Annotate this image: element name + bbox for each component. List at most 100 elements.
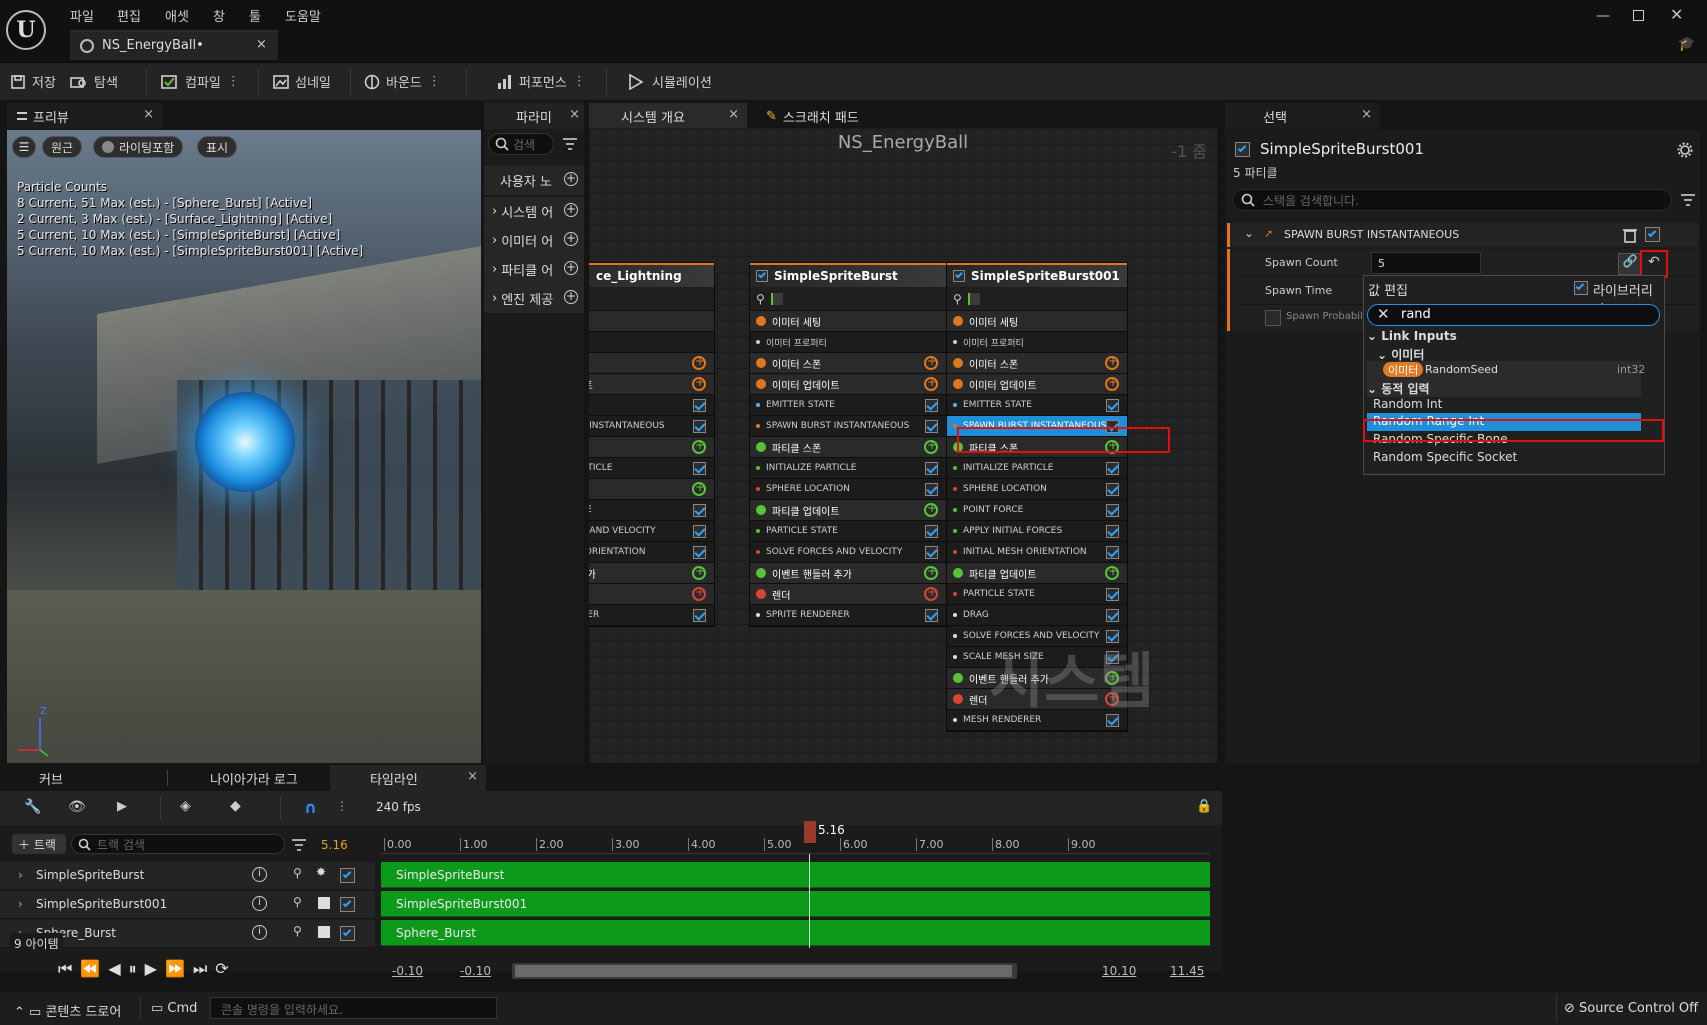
module-enable-checkbox[interactable] xyxy=(1106,588,1119,601)
play-options-icon[interactable]: ▶ xyxy=(117,799,127,814)
filter-icon[interactable] xyxy=(562,137,578,151)
current-time-field[interactable]: 5.16 xyxy=(321,838,348,852)
console-command-input[interactable]: 콘솔 명령을 입력하세요. xyxy=(210,997,497,1019)
module-enable-checkbox[interactable] xyxy=(1645,227,1660,242)
module-row[interactable]: 이미터 프로퍼티 xyxy=(750,332,946,353)
graduation-cap-icon[interactable]: 🎓 xyxy=(1678,36,1695,52)
module-row[interactable]: 데이트 xyxy=(589,479,714,500)
document-tab[interactable]: NS_EnergyBall• × xyxy=(70,30,278,60)
trash-icon[interactable] xyxy=(1623,227,1637,243)
add-module-icon[interactable] xyxy=(924,354,938,370)
cmd-button[interactable]: ▭ Cmd xyxy=(151,1001,197,1016)
tab-parameters[interactable]: 파라미 × xyxy=(484,103,584,129)
module-enable-checkbox[interactable] xyxy=(693,525,706,538)
module-enable-checkbox[interactable] xyxy=(693,420,706,433)
module-section-header[interactable]: ⌄ ➚ SPAWN BURST INSTANTANEOUS xyxy=(1227,223,1699,247)
param-group-emitter[interactable]: › 이미터 어 + xyxy=(484,226,584,256)
key-auto-icon[interactable]: ◆ xyxy=(230,798,241,814)
gear-icon[interactable] xyxy=(1677,142,1693,158)
track-enable-checkbox[interactable] xyxy=(340,868,355,883)
tab-curves[interactable]: 커브 xyxy=(7,765,167,791)
module-row[interactable]: EMITTER STATE xyxy=(750,395,946,416)
menu-edit[interactable]: 편집 xyxy=(117,6,141,25)
dropdown-item-random-specific-socket[interactable]: Random Specific Socket xyxy=(1373,450,1517,464)
module-row[interactable]: ZE PARTICLE xyxy=(589,458,714,479)
step-forward-icon[interactable]: ▶ xyxy=(145,959,165,978)
bounds-button[interactable]: 바운드 ⋮ xyxy=(364,72,441,91)
emitter-node-simplespriteburst[interactable]: SimpleSpriteBurst ⚲ 이미터 세팅 이미터 프로퍼티 이미터 스폰… xyxy=(749,262,947,627)
module-enable-checkbox[interactable] xyxy=(925,483,938,496)
module-row[interactable]: E STATE xyxy=(589,500,714,521)
module-row[interactable]: PARTICLE STATE xyxy=(750,521,946,542)
module-row[interactable]: 이미터 세팅 xyxy=(750,311,946,332)
lock-icon[interactable]: 🔒 xyxy=(1196,799,1212,814)
node-enable-checkbox[interactable] xyxy=(953,270,965,282)
jump-to-end-icon[interactable]: ⏭ xyxy=(193,959,215,978)
module-enable-checkbox[interactable] xyxy=(693,546,706,559)
param-group-engine[interactable]: › 엔진 제공 + xyxy=(484,284,584,314)
module-row[interactable]: 이미터 스폰 xyxy=(947,353,1127,374)
tab-niagara-log[interactable]: 나이아가라 로그 xyxy=(170,765,330,791)
module-row[interactable]: 세팅 xyxy=(589,311,714,332)
filter-icon[interactable] xyxy=(1680,193,1696,207)
step-back-key-icon[interactable]: ⏪ xyxy=(80,959,108,978)
viewport-menu-icon[interactable]: ☰ xyxy=(12,136,36,158)
compile-button[interactable]: 컴파일 ⋮ xyxy=(161,72,240,91)
param-group-user[interactable]: 사용자 노 + xyxy=(484,166,584,196)
step-forward-key-icon[interactable]: ⏩ xyxy=(165,959,193,978)
view-start-field[interactable]: -0.10 xyxy=(460,964,491,978)
module-row[interactable]: INITIAL MESH ORIENTATION xyxy=(947,542,1127,563)
add-param-icon[interactable]: + xyxy=(564,232,578,246)
module-enable-checkbox[interactable] xyxy=(693,462,706,475)
add-module-icon[interactable] xyxy=(692,438,706,454)
add-module-icon[interactable] xyxy=(692,480,706,496)
range-end-field[interactable]: 11.45 xyxy=(1170,964,1204,978)
parameters-search-input[interactable]: 검색 xyxy=(488,133,554,155)
module-row[interactable]: 파티클 업데이트 xyxy=(750,500,946,521)
module-row[interactable]: 프로퍼티 xyxy=(589,332,714,353)
menu-file[interactable]: 파일 xyxy=(70,6,94,25)
module-enable-checkbox[interactable] xyxy=(693,399,706,412)
module-row[interactable]: 파티클 스폰 xyxy=(750,437,946,458)
dynamic-inputs-category[interactable]: ⌄ 동적 입력 xyxy=(1367,379,1641,397)
preview-viewport[interactable]: ☰ 원근 라이팅포함 표시 Particle Counts 8 Current,… xyxy=(7,130,481,763)
module-enable-checkbox[interactable] xyxy=(1106,546,1119,559)
spawn-probability-checkbox[interactable] xyxy=(1265,310,1281,326)
add-param-icon[interactable]: + xyxy=(564,172,578,186)
mesh-cube-icon[interactable] xyxy=(318,926,330,938)
random-seed-item[interactable]: 이미터 RandomSeed int32 xyxy=(1367,361,1645,379)
mesh-cube-icon[interactable] xyxy=(318,897,330,909)
source-control-button[interactable]: ⊘ Source Control Off xyxy=(1564,1001,1698,1016)
maximize-icon[interactable] xyxy=(1633,10,1644,21)
minimize-icon[interactable]: — xyxy=(1596,8,1610,24)
module-row[interactable]: 이벤트 핸들러 추가 xyxy=(750,563,946,584)
add-module-icon[interactable] xyxy=(1105,354,1119,370)
library-only-checkbox[interactable] xyxy=(1574,281,1588,295)
param-group-system[interactable]: › 시스템 어 + xyxy=(484,197,584,227)
spawn-count-input[interactable]: 5 xyxy=(1371,252,1481,274)
add-module-icon[interactable] xyxy=(924,564,938,580)
link-inputs-category[interactable]: ⌄ Link Inputs xyxy=(1367,329,1457,343)
close-tab-icon[interactable]: × xyxy=(256,37,267,52)
snap-magnet-icon[interactable]: ∩ xyxy=(304,798,317,817)
loop-icon[interactable]: ⟳ xyxy=(215,959,236,978)
track-row[interactable]: › SimpleSpriteBurst i ⚲ ✸ xyxy=(0,862,375,890)
module-enable-checkbox[interactable] xyxy=(925,525,938,538)
menu-help[interactable]: 도움말 xyxy=(285,6,321,25)
module-enable-checkbox[interactable] xyxy=(925,609,938,622)
close-parameters-tab-icon[interactable]: × xyxy=(569,107,580,122)
show-button[interactable]: 표시 xyxy=(197,136,238,158)
module-row[interactable]: 업데이트 xyxy=(589,374,714,395)
tab-scratch-pad[interactable]: ✎ 스크래치 패드 xyxy=(756,103,906,129)
track-row[interactable]: › SimpleSpriteBurst001 i ⚲ xyxy=(0,891,375,919)
emitter-pin-icon[interactable]: ⚲ xyxy=(293,895,302,909)
module-enable-checkbox[interactable] xyxy=(693,504,706,517)
module-enable-checkbox[interactable] xyxy=(1106,609,1119,622)
view-end-field[interactable]: 10.10 xyxy=(1102,964,1136,978)
sparkle-icon[interactable]: ✸ xyxy=(316,865,326,879)
module-row[interactable]: SPAWN BURST INSTANTANEOUS xyxy=(750,416,946,437)
module-row[interactable]: I STATE xyxy=(589,395,714,416)
emitter-pin-icon[interactable]: ⚲ xyxy=(756,292,765,306)
expand-chevron-icon[interactable]: › xyxy=(18,897,23,911)
add-module-icon[interactable] xyxy=(692,585,706,601)
